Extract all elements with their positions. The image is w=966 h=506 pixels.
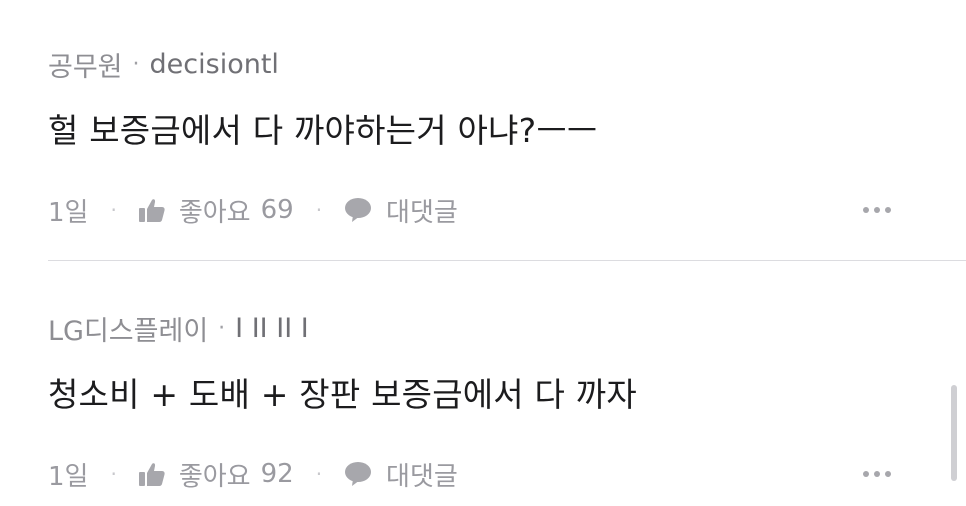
comment-divider: [48, 260, 966, 261]
reply-label: 대댓글: [386, 197, 458, 228]
meta-separator: ·: [132, 51, 140, 77]
thumbs-up-icon: [138, 198, 165, 222]
reply-button[interactable]: 대댓글: [344, 192, 458, 229]
like-button[interactable]: 좋아요 92: [138, 456, 294, 493]
more-dots-icon: [863, 207, 869, 213]
scrollbar-thumb[interactable]: [951, 385, 957, 481]
like-count: 69: [260, 195, 294, 225]
like-label: 좋아요: [178, 197, 251, 228]
action-separator: ·: [110, 462, 117, 486]
like-label: 좋아요: [178, 461, 251, 492]
author-company[interactable]: 공무원: [48, 45, 123, 84]
comment-meta: LG디스플레이 · I II II I: [48, 308, 966, 348]
author-nickname[interactable]: decisiontl: [150, 49, 279, 80]
comment-time: 1일: [48, 197, 89, 228]
speech-bubble-icon: [344, 197, 372, 223]
comment-list: 공무원 · decisiontl 헐 보증금에서 다 까야하는거 아냐?ㅡㅡ 1…: [0, 0, 966, 506]
comment-actions: 1일 · 좋아요 69 · 대댓글: [48, 190, 966, 230]
like-button[interactable]: 좋아요 69: [138, 192, 294, 229]
speech-bubble-icon: [344, 461, 372, 487]
comment-meta: 공무원 · decisiontl: [48, 44, 966, 84]
comment-item: LG디스플레이 · I II II I 청소비 + 도배 + 장판 보증금에서 …: [48, 308, 966, 494]
more-options-button[interactable]: [863, 198, 891, 222]
reply-label: 대댓글: [386, 461, 458, 492]
meta-separator: ·: [218, 315, 226, 341]
action-separator: ·: [315, 198, 323, 222]
like-count: 92: [260, 459, 294, 489]
reply-button[interactable]: 대댓글: [344, 456, 458, 493]
more-options-button[interactable]: [863, 462, 891, 486]
comment-time: 1일: [48, 461, 89, 492]
comment-text: 헐 보증금에서 다 까야하는거 아냐?ㅡㅡ: [48, 111, 598, 150]
more-dots-icon: [863, 471, 869, 477]
comment-text: 청소비 + 도배 + 장판 보증금에서 다 까자: [48, 375, 637, 414]
author-company[interactable]: LG디스플레이: [48, 309, 208, 348]
thumbs-up-icon: [138, 462, 165, 486]
comment-item: 공무원 · decisiontl 헐 보증금에서 다 까야하는거 아냐?ㅡㅡ 1…: [48, 44, 966, 230]
action-separator: ·: [315, 462, 323, 486]
comment-actions: 1일 · 좋아요 92 · 대댓글: [48, 454, 966, 494]
author-nickname[interactable]: I II II I: [235, 313, 309, 344]
action-separator: ·: [110, 198, 117, 222]
